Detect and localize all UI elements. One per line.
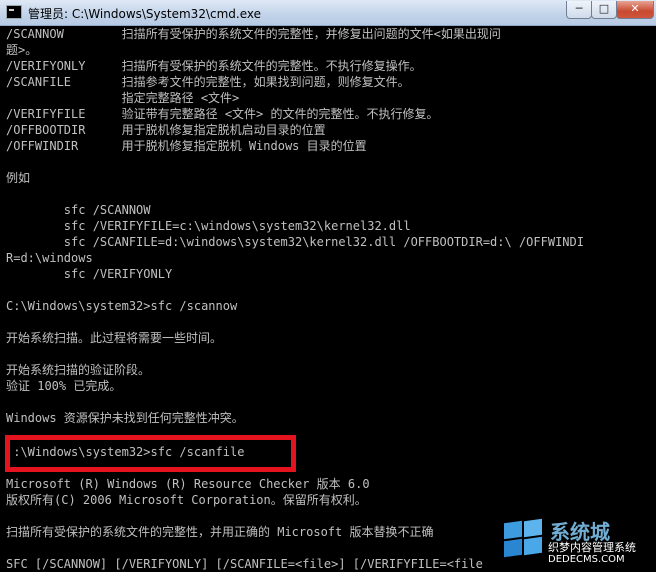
console-line: 验证 100% 已完成。 (6, 379, 122, 393)
cmd-app-icon[interactable] (6, 5, 22, 19)
console-line: /OFFWINDIR 用于脱机修复指定脱机 Windows 目录的位置 (6, 139, 367, 153)
console-line: SFC [/SCANNOW] [/VERIFYONLY] [/SCANFILE=… (6, 557, 483, 571)
site-watermark: 系统城 织梦内容管理系统 DEDECMS.COM (500, 514, 656, 572)
console-line: sfc /SCANFILE=d:\windows\system32\kernel… (6, 235, 584, 249)
title-bar[interactable]: 管理员: C:\Windows\System32\cmd.exe ─ □ ✕ (0, 0, 656, 26)
console-line: /SCANNOW 扫描所有受保护的系统文件的完整性，并修复出问题的文件<如果出现… (6, 27, 501, 41)
watermark-url: DEDECMS.COM (548, 554, 625, 565)
console-line: 开始系统扫描。此过程将需要一些时间。 (6, 331, 223, 345)
console-line: 例如 (6, 171, 31, 185)
console-line: 题>。 (6, 43, 38, 57)
console-line: 扫描所有受保护的系统文件的完整性，并用正确的 Microsoft 版本替换不正确 (6, 525, 434, 539)
window-title: 管理员: C:\Windows\System32\cmd.exe (28, 7, 261, 21)
command-prompt-line: C:\Windows\system32>sfc /scannow (6, 299, 238, 313)
command-highlight-box (5, 435, 296, 472)
console-output[interactable]: /SCANNOW 扫描所有受保护的系统文件的完整性，并修复出问题的文件<如果出现… (0, 26, 656, 572)
console-line: Windows 资源保护未找到任何完整性冲突。 (6, 411, 244, 425)
console-line: /VERIFYFILE 验证带有完整路径 <文件> 的文件的完整性。不执行修复。 (6, 107, 439, 121)
console-line: /VERIFYONLY 扫描所有受保护的系统文件的完整性。不执行修复操作。 (6, 59, 422, 73)
cmd-window: 管理员: C:\Windows\System32\cmd.exe ─ □ ✕ /… (0, 0, 656, 572)
console-line: 指定完整路径 <文件> (6, 91, 240, 105)
console-line: R=d:\windows (6, 251, 93, 265)
console-line: 开始系统扫描的验证阶段。 (6, 363, 151, 377)
watermark-subtitle: 织梦内容管理系统 (548, 541, 636, 554)
console-line: Microsoft (R) Windows (R) Resource Check… (6, 477, 370, 491)
close-button[interactable]: ✕ (616, 1, 654, 19)
maximize-button[interactable]: □ (591, 1, 617, 19)
console-line: sfc /VERIFYFILE=c:\windows\system32\kern… (6, 219, 411, 233)
console-line: /SCANFILE 扫描参考文件的完整性，如果找到问题，则修复文件。 (6, 75, 410, 89)
console-line: sfc /VERIFYONLY (6, 267, 173, 281)
console-line: 版权所有(C) 2006 Microsoft Corporation。保留所有权… (6, 493, 367, 507)
windows-logo-icon (504, 518, 544, 558)
minimize-button[interactable]: ─ (566, 1, 592, 19)
console-line: /OFFBOOTDIR 用于脱机修复指定脱机启动目录的位置 (6, 123, 326, 137)
console-line: sfc /SCANNOW (6, 203, 151, 217)
